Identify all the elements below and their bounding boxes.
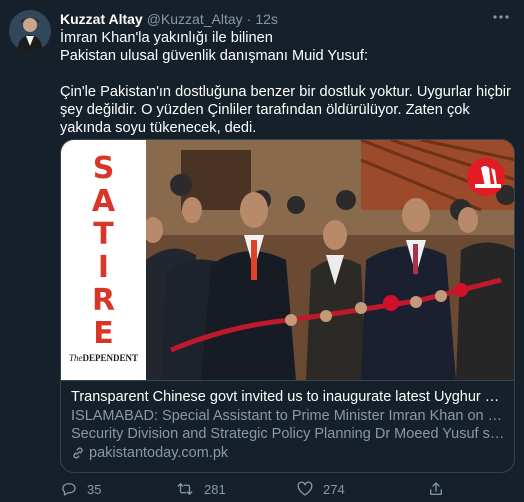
card-title[interactable]: Transparent Chinese govt invited us to i… — [71, 388, 506, 406]
author-handle[interactable]: @Kuzzat_Altay — [147, 11, 243, 27]
retweet-count: 281 — [204, 481, 226, 497]
source-logo-prefix: The — [68, 353, 83, 363]
card-body[interactable]: Transparent Chinese govt invited us to i… — [61, 380, 514, 472]
card-domain-text: pakistantoday.com.pk — [89, 445, 229, 461]
tweet-text: İmran Khan'la yakınlığı ile bilinen Paki… — [60, 29, 512, 137]
link-icon — [73, 447, 83, 459]
satire-label-text: SATIRE — [61, 152, 146, 350]
satire-letter: A — [91, 184, 116, 219]
tweet-actions: 35 281 274 — [60, 480, 512, 500]
avatar[interactable] — [9, 10, 51, 52]
tweet-text-line: Pakistan ulusal güvenlik danışmanı Muid … — [60, 48, 369, 64]
satire-letter: S — [92, 151, 115, 186]
retweet-icon — [177, 483, 193, 495]
card-domain[interactable]: pakistantoday.com.pk — [71, 444, 506, 462]
tweet-text-line: İmran Khan'la yakınlığı ile bilinen — [60, 30, 273, 46]
more-horizontal-icon[interactable] — [492, 8, 510, 31]
satire-label: SATIRE — [61, 152, 146, 350]
link-preview-card[interactable]: SATIRE TheDEPENDENT Transparent Chinese … — [60, 139, 515, 473]
source-logo: TheDEPENDENT — [61, 353, 146, 363]
satire-letter: T — [93, 217, 114, 252]
tweet-text-line: Çin'le Pakistan'ın dostluğuna benzer bir… — [60, 84, 511, 136]
retweet-button[interactable]: 281 — [175, 480, 226, 498]
card-image[interactable]: SATIRE TheDEPENDENT — [61, 140, 514, 380]
tweet[interactable]: Kuzzat Altay @Kuzzat_Altay · 12s İmran Khan… — [0, 0, 524, 502]
tweet-header: Kuzzat Altay @Kuzzat_Altay · 12s — [60, 11, 278, 27]
card-description-line: ISLAMABAD: Special Assistant to Prime Mi… — [71, 408, 506, 424]
reply-icon — [62, 483, 76, 496]
separator-dot: · — [246, 11, 252, 27]
share-icon — [430, 482, 442, 495]
like-button[interactable]: 274 — [296, 480, 345, 498]
card-description-line: Security Division and Strategic Policy P… — [71, 426, 506, 442]
card-description: ISLAMABAD: Special Assistant to Prime Mi… — [71, 407, 506, 443]
satire-letter: E — [93, 316, 114, 351]
timestamp[interactable]: 12s — [255, 11, 278, 27]
share-button[interactable] — [427, 480, 445, 498]
like-count: 274 — [323, 481, 345, 497]
like-icon — [297, 481, 313, 496]
reply-button[interactable]: 35 — [60, 480, 101, 498]
source-logo-brand: DEPENDENT — [82, 353, 138, 363]
satire-letter: R — [91, 283, 116, 318]
satire-letter: I — [97, 250, 110, 285]
reply-count: 35 — [87, 481, 102, 497]
author-name[interactable]: Kuzzat Altay — [60, 11, 143, 27]
